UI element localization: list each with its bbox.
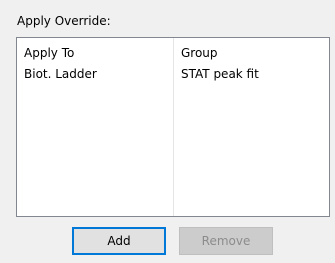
- row-apply-to-cell[interactable]: Biot. Ladder: [24, 66, 97, 83]
- column-header-group[interactable]: Group: [181, 45, 218, 62]
- add-button[interactable]: Add: [72, 227, 166, 255]
- column-divider: [173, 38, 174, 216]
- override-list[interactable]: Apply To Group Biot. Ladder STAT peak fi…: [16, 37, 330, 217]
- remove-button[interactable]: Remove: [179, 227, 273, 255]
- row-group-cell[interactable]: STAT peak fit: [181, 66, 259, 83]
- column-header-apply-to[interactable]: Apply To: [24, 45, 74, 62]
- apply-override-label: Apply Override:: [17, 14, 111, 28]
